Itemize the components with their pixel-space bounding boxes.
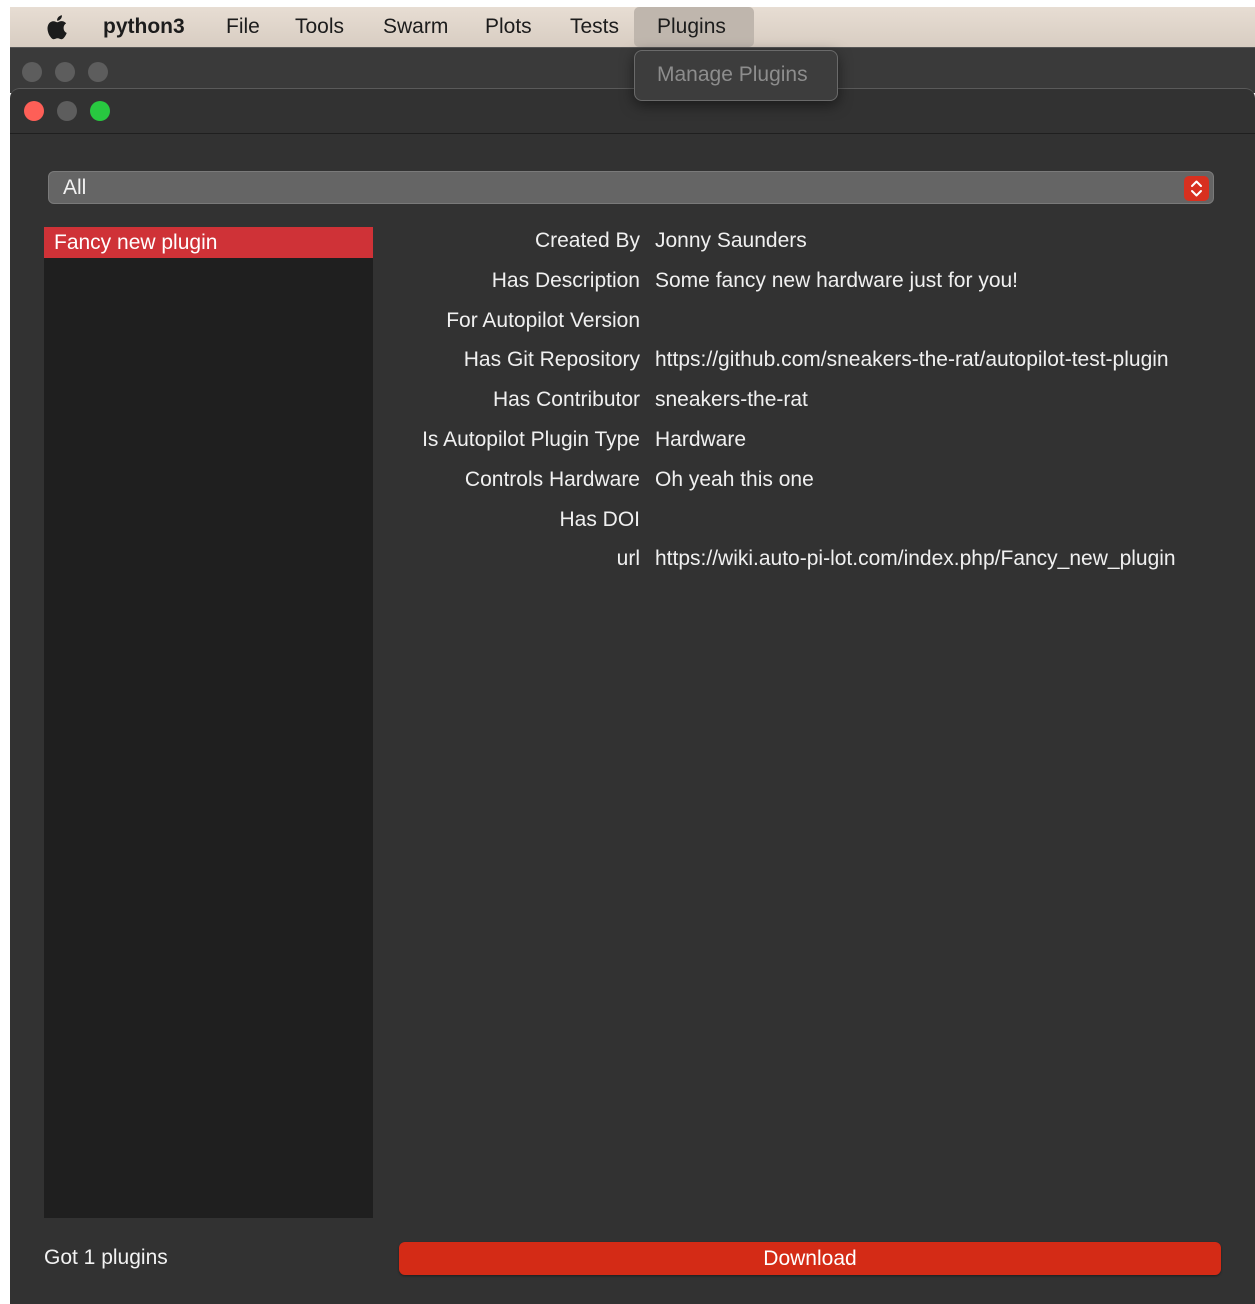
plugin-details: Created By Jonny Saunders Has Descriptio… — [398, 225, 1248, 583]
menu-tests[interactable]: Tests — [558, 7, 631, 47]
menu-tools[interactable]: Tools — [283, 7, 356, 47]
detail-value: Jonny Saunders — [655, 229, 807, 252]
plugins-dropdown-menu: Manage Plugins — [634, 50, 838, 101]
detail-value: Hardware — [655, 427, 747, 451]
detail-value: https://github.com/sneakers-the-rat/auto… — [655, 348, 1169, 372]
detail-key: Has DOI — [559, 507, 640, 531]
list-item[interactable]: Fancy new plugin — [44, 227, 373, 258]
select-value: All — [63, 176, 87, 199]
background-window — [10, 47, 1255, 93]
menu-bar: python3 File Tools Swarm Plots Tests Plu… — [10, 7, 1255, 47]
plugin-count-status: Got 1 plugins — [44, 1246, 168, 1269]
detail-key: url — [616, 547, 640, 571]
detail-row-url: url https://wiki.auto-pi-lot.com/index.p… — [398, 543, 1248, 583]
detail-row-controls-hardware: Controls Hardware Oh yeah this one — [398, 464, 1248, 504]
detail-row-description: Has Description Some fancy new hardware … — [398, 265, 1248, 305]
menu-plots[interactable]: Plots — [473, 7, 544, 47]
menu-item-manage-plugins[interactable]: Manage Plugins — [657, 63, 808, 87]
bg-close-icon[interactable] — [22, 62, 42, 82]
menu-app-name[interactable]: python3 — [91, 7, 197, 47]
detail-row-git-repository: Has Git Repository https://github.com/sn… — [398, 344, 1248, 384]
chevron-up-down-icon[interactable] — [1184, 176, 1209, 201]
bg-zoom-icon[interactable] — [88, 62, 108, 82]
plugin-manager-window: All Fancy new plugin Created By Jonny Sa… — [10, 88, 1255, 1304]
close-icon[interactable] — [24, 101, 44, 121]
detail-value: Oh yeah this one — [655, 467, 814, 491]
menu-plugins[interactable]: Plugins — [634, 7, 754, 47]
detail-key: Is Autopilot Plugin Type — [422, 427, 640, 451]
detail-row-autopilot-version: For Autopilot Version — [398, 305, 1248, 345]
detail-value: https://wiki.auto-pi-lot.com/index.php/F… — [655, 547, 1176, 571]
detail-value: sneakers-the-rat — [655, 388, 808, 412]
detail-row-plugin-type: Is Autopilot Plugin Type Hardware — [398, 424, 1248, 464]
apple-logo-icon[interactable] — [43, 13, 69, 41]
plugin-list[interactable]: Fancy new plugin — [44, 227, 373, 1218]
detail-key: For Autopilot Version — [446, 308, 640, 332]
detail-value: Some fancy new hardware just for you! — [655, 268, 1019, 292]
minimize-icon[interactable] — [57, 101, 77, 121]
detail-row-doi: Has DOI — [398, 504, 1248, 544]
detail-row-contributor: Has Contributor sneakers-the-rat — [398, 384, 1248, 424]
detail-row-created-by: Created By Jonny Saunders — [398, 225, 1248, 265]
download-button[interactable]: Download — [399, 1242, 1221, 1275]
menu-swarm[interactable]: Swarm — [371, 7, 460, 47]
plugin-type-select[interactable]: All — [48, 171, 1214, 204]
detail-key: Has Description — [491, 268, 640, 292]
detail-key: Has Contributor — [492, 388, 640, 412]
detail-key: Created By — [534, 229, 640, 252]
bg-minimize-icon[interactable] — [55, 62, 75, 82]
zoom-icon[interactable] — [90, 101, 110, 121]
detail-key: Has Git Repository — [463, 348, 640, 372]
detail-key: Controls Hardware — [464, 467, 640, 491]
title-bar — [10, 89, 1255, 134]
menu-file[interactable]: File — [214, 7, 272, 47]
